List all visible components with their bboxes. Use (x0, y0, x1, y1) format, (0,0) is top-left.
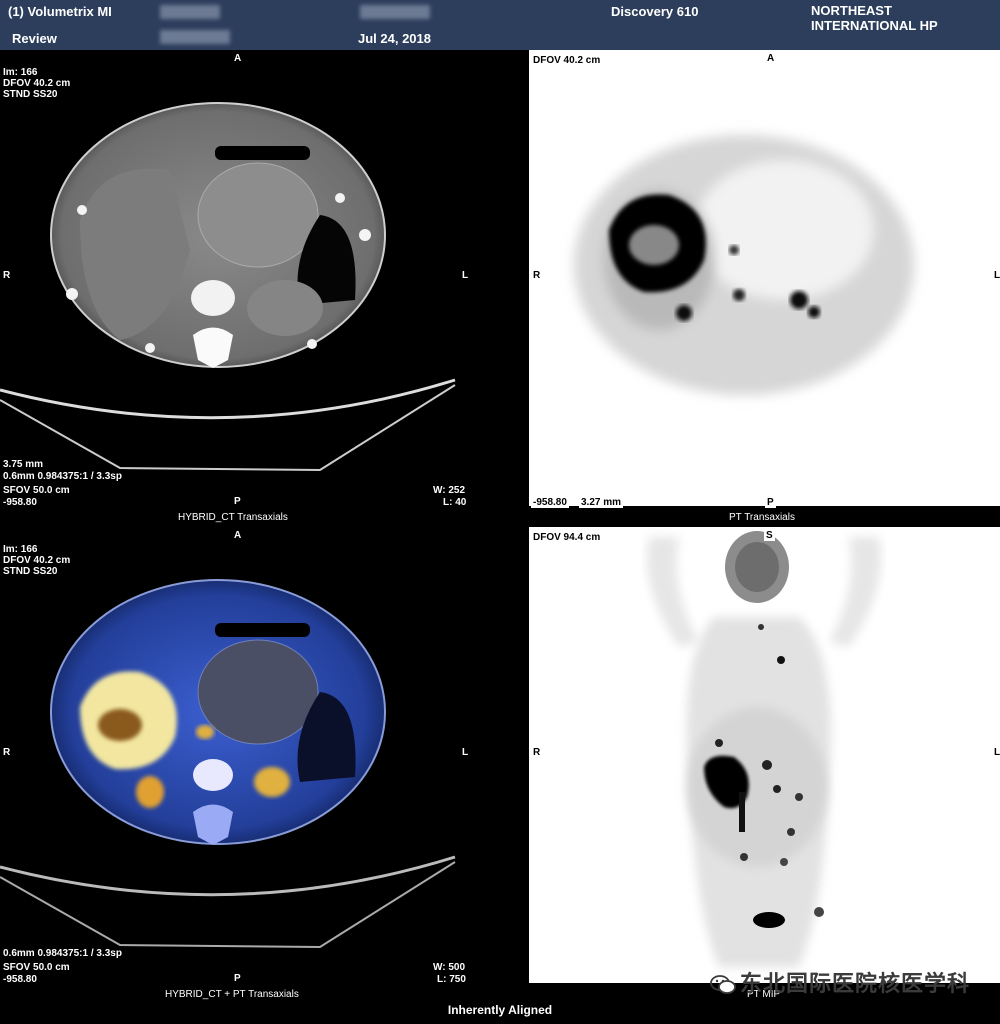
dfov-label: DFOV 40.2 cm (3, 78, 71, 89)
alignment-status: Inherently Aligned (447, 1003, 553, 1017)
scanner-model: Discovery 610 (611, 4, 699, 19)
recon-label: STND SS20 (3, 89, 58, 100)
orientation-posterior: P (234, 496, 241, 507)
window-width: W: 252 (433, 485, 466, 496)
pt-transaxial-viewport[interactable]: DFOV 40.2 cm A R L -958.80 3.27 mm P PT … (529, 50, 1000, 526)
orientation-anterior: A (234, 530, 242, 541)
ct-caption: HYBRID_CT Transaxials (178, 512, 288, 523)
dfov-label: DFOV 94.4 cm (531, 532, 603, 543)
orientation-left: L (992, 270, 1000, 281)
series-name[interactable]: (1) Volumetrix MI (8, 4, 112, 19)
sfov-label: SFOV 50.0 cm (3, 485, 70, 496)
ct-transaxial-viewport[interactable]: Im: 166 DFOV 40.2 cm STND SS20 A R L 3.7… (0, 50, 528, 526)
orientation-posterior: P (765, 497, 776, 508)
thickness-label: 3.27 mm (579, 497, 624, 508)
window-level: L: 750 (437, 974, 466, 985)
pt-axial-image (529, 50, 1000, 506)
pitch-label: 0.6mm 0.984375:1 / 3.3sp (3, 948, 122, 959)
orientation-anterior: A (234, 53, 242, 64)
orientation-superior: S (764, 530, 775, 541)
location-label: -958.80 (3, 974, 37, 985)
sfov-label: SFOV 50.0 cm (3, 962, 70, 973)
image-number: Im: 166 (3, 67, 38, 78)
dfov-label: DFOV 40.2 cm (3, 555, 71, 566)
orientation-right: R (3, 270, 11, 281)
viewer-header: (1) Volumetrix MI Review Jul 24, 2018 Di… (0, 0, 1000, 50)
pt-mip-viewport[interactable]: DFOV 94.4 cm S R L PT MIP (529, 527, 1000, 1003)
redacted-patient-name (160, 5, 220, 19)
location-label: -958.80 (531, 497, 569, 508)
dfov-label: DFOV 40.2 cm (531, 55, 603, 66)
hospital-name-line1: NORTHEAST (811, 3, 892, 18)
orientation-posterior: P (234, 973, 241, 984)
fusion-axial-image (0, 579, 456, 949)
pt-mip-image (529, 527, 1000, 983)
mode-label[interactable]: Review (12, 31, 57, 46)
image-number: Im: 166 (3, 544, 38, 555)
fusion-caption: HYBRID_CT + PT Transaxials (165, 989, 299, 1000)
recon-label: STND SS20 (3, 566, 58, 577)
fusion-transaxial-viewport[interactable]: Im: 166 DFOV 40.2 cm STND SS20 A R L 0.6… (0, 527, 528, 1003)
redacted-exam-info (360, 5, 430, 19)
redacted-patient-id (160, 30, 230, 44)
wechat-icon (710, 975, 736, 995)
exam-date: Jul 24, 2018 (358, 31, 431, 46)
hospital-name-line2: INTERNATIONAL HP (811, 18, 938, 33)
orientation-left: L (462, 747, 469, 758)
orientation-right: R (3, 747, 11, 758)
pt-caption: PT Transaxials (729, 512, 795, 523)
orientation-left: L (462, 270, 469, 281)
window-level: L: 40 (443, 497, 467, 508)
watermark: 东北国际医院核医学科 (710, 966, 970, 998)
orientation-right: R (531, 747, 543, 758)
window-width: W: 500 (433, 962, 466, 973)
orientation-right: R (531, 270, 543, 281)
location-label: -958.80 (3, 497, 37, 508)
slice-thickness: 3.75 mm (3, 459, 44, 470)
watermark-text: 东北国际医院核医学科 (739, 971, 970, 996)
ct-axial-image (0, 102, 456, 472)
orientation-anterior: A (765, 53, 777, 64)
pitch-label: 0.6mm 0.984375:1 / 3.3sp (3, 471, 122, 482)
orientation-left: L (992, 747, 1000, 758)
